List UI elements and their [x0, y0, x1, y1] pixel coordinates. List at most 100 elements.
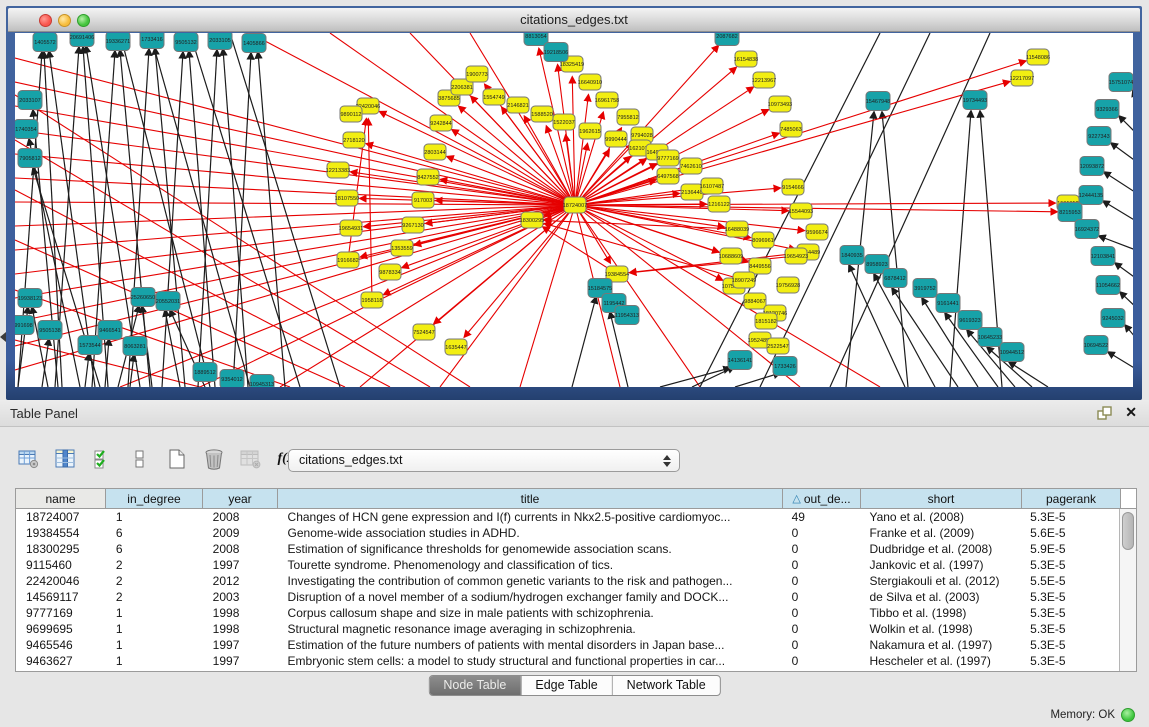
- citation-edge-red[interactable]: [15, 130, 575, 205]
- table-row[interactable]: 2242004622012Investigating the contribut…: [16, 573, 1119, 589]
- cell-year[interactable]: 2003: [203, 589, 278, 605]
- citation-edge-black[interactable]: [735, 373, 780, 387]
- cell-name[interactable]: 18300295: [16, 541, 106, 557]
- cell-name[interactable]: 14569117: [16, 589, 106, 605]
- table-settings-icon[interactable]: [18, 448, 40, 470]
- cell-title[interactable]: Genome-wide association studies in ADHD.: [278, 525, 782, 541]
- table-row[interactable]: 1830029562008Estimation of significance …: [16, 541, 1119, 557]
- citation-edge-red[interactable]: [575, 205, 1057, 212]
- cell-year[interactable]: 2009: [203, 525, 278, 541]
- cell-year[interactable]: 1997: [203, 637, 278, 653]
- cell-pagerank[interactable]: 5.3E-5: [1020, 653, 1119, 669]
- citation-edge-black[interactable]: [1103, 201, 1133, 224]
- cell-short[interactable]: Yano et al. (2008): [859, 509, 1020, 525]
- table-row[interactable]: 946362711997Embryonic stem cells: a mode…: [16, 653, 1119, 669]
- cell-title[interactable]: Corpus callosum shape and size in male p…: [278, 605, 782, 621]
- left-panel-collapse-arrow[interactable]: [0, 332, 6, 342]
- citation-edge-red[interactable]: [368, 119, 372, 300]
- cell-pagerank[interactable]: 5.3E-5: [1020, 557, 1119, 573]
- cell-name[interactable]: 9699695: [16, 621, 106, 637]
- cell-year[interactable]: 1997: [203, 653, 278, 669]
- select-all-checks-icon[interactable]: [92, 448, 114, 470]
- citation-edge-black[interactable]: [572, 297, 596, 387]
- cell-in_degree[interactable]: 1: [106, 653, 203, 669]
- citation-edge-red[interactable]: [15, 154, 575, 205]
- cell-pagerank[interactable]: 5.3E-5: [1020, 589, 1119, 605]
- cell-year[interactable]: 2012: [203, 573, 278, 589]
- tab-edge-table[interactable]: Edge Table: [520, 676, 611, 695]
- cell-in_degree[interactable]: 2: [106, 573, 203, 589]
- citation-edge-black[interactable]: [258, 52, 285, 387]
- cell-title[interactable]: Disruption of a novel member of a sodium…: [278, 589, 782, 605]
- cell-name[interactable]: 18724007: [16, 509, 106, 525]
- cell-in_degree[interactable]: 1: [106, 621, 203, 637]
- scrollbar-thumb[interactable]: [1122, 512, 1134, 550]
- network-window-titlebar[interactable]: citations_edges.txt: [8, 8, 1140, 32]
- cell-pagerank[interactable]: 5.3E-5: [1020, 605, 1119, 621]
- cell-title[interactable]: Estimation of the future numbers of pati…: [278, 637, 782, 653]
- citation-edge-red[interactable]: [200, 205, 575, 387]
- cell-out_degree[interactable]: 0: [782, 573, 860, 589]
- float-window-icon[interactable]: [1096, 405, 1113, 422]
- cell-name[interactable]: 9115460: [16, 557, 106, 573]
- cell-short[interactable]: Hescheler et al. (1997): [859, 653, 1020, 669]
- cell-short[interactable]: Dudbridge et al. (2008): [859, 541, 1020, 557]
- citation-edge-black[interactable]: [1111, 143, 1133, 165]
- network-canvas[interactable]: 1872400718300295193845542242004698901122…: [15, 33, 1133, 387]
- table-row[interactable]: 911546021997Tourette syndrome. Phenomeno…: [16, 557, 1119, 573]
- new-column-icon[interactable]: [166, 448, 188, 470]
- cell-in_degree[interactable]: 1: [106, 509, 203, 525]
- cell-name[interactable]: 9463627: [16, 653, 106, 669]
- cell-title[interactable]: Investigating the contribution of common…: [278, 573, 782, 589]
- cell-short[interactable]: Nakamura et al. (1997): [859, 637, 1020, 653]
- cell-in_degree[interactable]: 6: [106, 541, 203, 557]
- cell-out_degree[interactable]: 0: [782, 589, 860, 605]
- table-row[interactable]: 1456911722003Disruption of a novel membe…: [16, 589, 1119, 605]
- column-header-year[interactable]: year: [203, 489, 278, 508]
- cell-short[interactable]: Wolkin et al. (1998): [859, 621, 1020, 637]
- cell-title[interactable]: Structural magnetic resonance image aver…: [278, 621, 782, 637]
- column-header-short[interactable]: short: [861, 489, 1022, 508]
- cell-name[interactable]: 9465546: [16, 637, 106, 653]
- cell-pagerank[interactable]: 5.3E-5: [1020, 621, 1119, 637]
- citation-edge-black[interactable]: [85, 354, 89, 387]
- cell-pagerank[interactable]: 5.3E-5: [1020, 637, 1119, 653]
- cell-short[interactable]: de Silva et al. (2003): [859, 589, 1020, 605]
- cell-title[interactable]: Changes of HCN gene expression and I(f) …: [278, 509, 782, 525]
- tab-network-table[interactable]: Network Table: [612, 676, 720, 695]
- cell-out_degree[interactable]: 0: [782, 541, 860, 557]
- table-row[interactable]: 946554611997Estimation of the future num…: [16, 637, 1119, 653]
- cell-out_degree[interactable]: 0: [782, 525, 860, 541]
- tab-node-table[interactable]: Node Table: [429, 676, 520, 695]
- column-header-title[interactable]: title: [278, 489, 783, 508]
- cell-out_degree[interactable]: 0: [782, 605, 860, 621]
- cell-in_degree[interactable]: 6: [106, 525, 203, 541]
- citation-edge-black[interactable]: [1104, 172, 1133, 196]
- cell-title[interactable]: Tourette syndrome. Phenomenology and cla…: [278, 557, 782, 573]
- cell-short[interactable]: Jankovic et al. (1997): [859, 557, 1020, 573]
- column-header-name[interactable]: name: [16, 489, 106, 508]
- cell-short[interactable]: Franke et al. (2009): [859, 525, 1020, 541]
- citation-edge-black[interactable]: [1108, 352, 1133, 372]
- table-row[interactable]: 969969511998Structural magnetic resonanc…: [16, 621, 1119, 637]
- table-row[interactable]: 1938455462009Genome-wide association stu…: [16, 525, 1119, 541]
- citation-edge-black[interactable]: [1125, 325, 1133, 344]
- delete-column-trash-icon[interactable]: [203, 448, 225, 470]
- cell-out_degree[interactable]: 0: [782, 653, 860, 669]
- close-panel-icon[interactable]: ✕: [1125, 404, 1137, 421]
- unselect-all-icon[interactable]: [129, 448, 151, 470]
- cell-pagerank[interactable]: 5.9E-5: [1020, 541, 1119, 557]
- cell-year[interactable]: 2008: [203, 509, 278, 525]
- column-header-in_degree[interactable]: in_degree: [106, 489, 203, 508]
- cell-name[interactable]: 9777169: [16, 605, 106, 621]
- cell-year[interactable]: 1998: [203, 621, 278, 637]
- citation-edge-black[interactable]: [190, 33, 300, 387]
- cell-year[interactable]: 2008: [203, 541, 278, 557]
- cell-year[interactable]: 1998: [203, 605, 278, 621]
- cell-pagerank[interactable]: 5.3E-5: [1020, 509, 1119, 525]
- table-row[interactable]: 977716911998Corpus callosum shape and si…: [16, 605, 1119, 621]
- cell-out_degree[interactable]: 49: [782, 509, 860, 525]
- cell-in_degree[interactable]: 2: [106, 589, 203, 605]
- cell-year[interactable]: 1997: [203, 557, 278, 573]
- cell-pagerank[interactable]: 5.6E-5: [1020, 525, 1119, 541]
